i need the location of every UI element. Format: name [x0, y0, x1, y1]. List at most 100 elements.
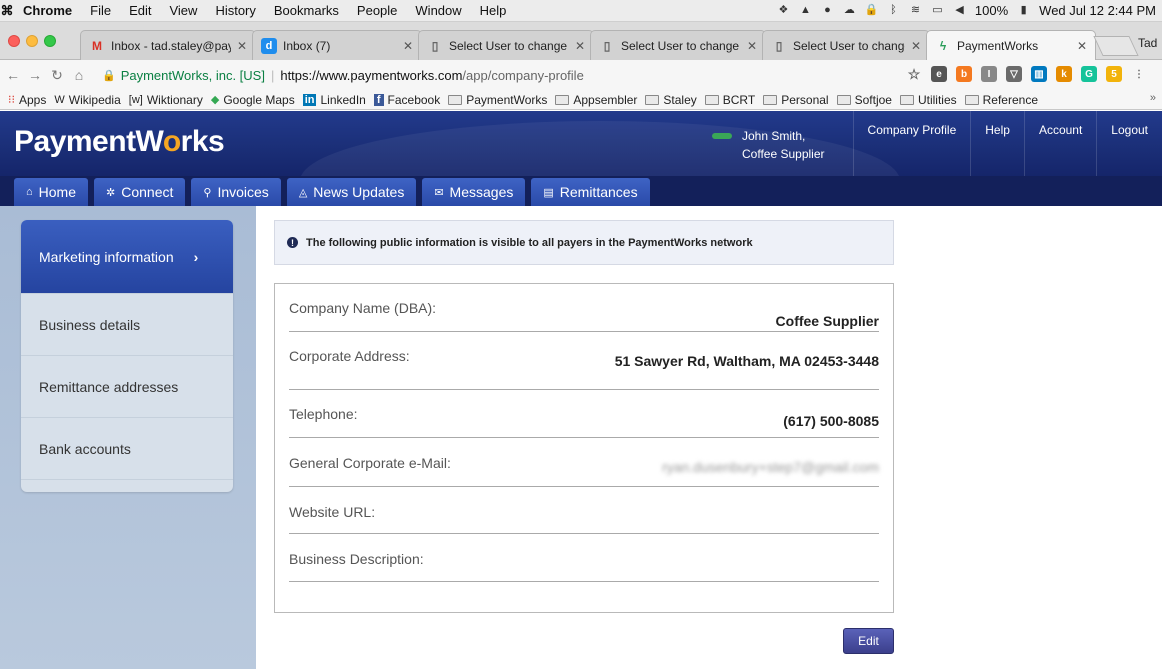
browser-tab[interactable]: ▯ Select User to change ✕ — [418, 30, 594, 60]
paymentworks-logo[interactable]: PaymentWorks — [14, 125, 225, 159]
bookmark-linkedin[interactable]: in LinkedIn — [302, 93, 366, 107]
bookmark-facebook[interactable]: f Facebook — [373, 93, 440, 107]
edit-button[interactable]: Edit — [843, 628, 894, 654]
bookmark-folder[interactable]: Reference — [964, 93, 1038, 107]
browser-tab[interactable]: M Inbox - tad.staley@pay ✕ — [80, 30, 256, 60]
battery-icon[interactable]: ▮ — [1017, 4, 1030, 17]
nav-invoices[interactable]: ⚲ Invoices — [191, 178, 281, 206]
bookmark-folder[interactable]: Personal — [763, 93, 829, 107]
new-tab-button[interactable] — [1093, 36, 1139, 56]
doc-icon: ▯ — [603, 38, 611, 53]
chevron-more-icon[interactable]: » — [1150, 92, 1156, 104]
dropbox-icon[interactable]: ❖ — [777, 4, 790, 17]
close-icon[interactable]: ✕ — [237, 39, 247, 53]
nav-news-updates[interactable]: ◬ News Updates — [286, 178, 417, 206]
sidebar-item-business-details[interactable]: Business details — [21, 294, 233, 356]
folder-icon — [645, 94, 660, 105]
bookmark-folder[interactable]: Utilities — [899, 93, 957, 107]
browser-tab[interactable]: ▯ Select User to change ✕ — [590, 30, 766, 60]
cloud-icon[interactable]: ☁ — [843, 4, 856, 17]
bookmark-apps[interactable]: ⁝⁝ Apps — [8, 93, 46, 107]
close-window-button[interactable] — [8, 35, 20, 47]
secure-lock-icon[interactable]: 🔒 — [102, 69, 116, 82]
wifi-icon[interactable]: ≋ — [909, 4, 922, 17]
close-icon[interactable]: ✕ — [1077, 39, 1087, 53]
bookmark-folder[interactable]: PaymentWorks — [448, 93, 547, 107]
bluetooth-icon[interactable]: ᛒ — [887, 4, 900, 17]
bookmark-folder[interactable]: BCRT — [704, 92, 756, 107]
minimize-window-button[interactable] — [26, 35, 38, 47]
nav-connect[interactable]: ✲ Connect — [94, 178, 186, 206]
close-icon[interactable]: ✕ — [747, 39, 757, 53]
doc-icon: ▯ — [775, 38, 783, 53]
folder-icon — [448, 94, 463, 105]
chevron-right-icon: › — [193, 248, 199, 265]
drive-icon[interactable]: ▲ — [799, 4, 812, 17]
nav-messages[interactable]: ✉ Messages — [422, 178, 526, 206]
menu-window[interactable]: Window — [406, 3, 470, 18]
extension-5-icon[interactable]: 5 — [1106, 66, 1122, 82]
bookmark-wikipedia[interactable]: W Wikipedia — [54, 93, 120, 107]
maximize-window-button[interactable] — [44, 35, 56, 47]
menu-view[interactable]: View — [160, 3, 206, 18]
menu-people[interactable]: People — [348, 3, 406, 18]
address-bar[interactable]: 🔒 PaymentWorks, inc. [US] | https://www.… — [102, 64, 902, 86]
bookmark-folder[interactable]: Softjoe — [836, 93, 892, 107]
help-link[interactable]: Help — [970, 111, 1024, 176]
star-icon[interactable]: ☆ — [906, 66, 922, 82]
reload-icon[interactable]: ↻ — [48, 67, 66, 84]
bookmark-folder[interactable]: Appsembler — [555, 93, 637, 107]
profile-button[interactable]: Tad — [1138, 36, 1157, 50]
folder-icon — [763, 94, 778, 105]
volume-icon[interactable]: ◀ — [953, 4, 966, 17]
browser-tab[interactable]: d Inbox (7) ✕ — [252, 30, 422, 60]
lock-icon[interactable]: 🔒 — [865, 4, 879, 17]
battery-percent[interactable]: 100% — [975, 3, 1008, 18]
back-icon[interactable]: ← — [4, 67, 22, 83]
menubar-clock[interactable]: Wed Jul 12 2:44 PM — [1039, 3, 1156, 18]
bookmark-google-maps[interactable]: ◆ Google Maps — [211, 93, 295, 107]
menu-app[interactable]: Chrome — [14, 3, 81, 18]
forward-icon[interactable]: → — [26, 67, 44, 83]
tab-title: Inbox (7) — [283, 38, 331, 53]
facebook-icon: f — [373, 93, 384, 106]
bookmark-folder[interactable]: Staley — [645, 93, 697, 107]
browser-tab-active[interactable]: ϟ PaymentWorks ✕ — [926, 30, 1096, 61]
grammarly-icon[interactable]: G — [1081, 66, 1097, 82]
company-profile-link[interactable]: Company Profile — [852, 111, 971, 176]
menu-file[interactable]: File — [81, 3, 120, 18]
menu-history[interactable]: History — [206, 3, 264, 18]
bookmark-label: BCRT — [722, 92, 756, 107]
menu-edit[interactable]: Edit — [120, 3, 160, 18]
nav-remittances[interactable]: ▤ Remittances — [531, 178, 650, 206]
extension-b-icon[interactable]: b — [956, 66, 972, 82]
menu-dots-icon[interactable]: ⋮ — [1131, 66, 1147, 82]
field-website-url: Website URL: — [289, 487, 879, 534]
close-icon[interactable]: ✕ — [911, 39, 921, 53]
home-button-icon[interactable]: ⌂ — [70, 67, 88, 83]
gmail-icon: M — [92, 38, 102, 53]
browser-toolbar: ← → ↻ ⌂ 🔒 PaymentWorks, inc. [US] | http… — [0, 60, 1162, 90]
apple-menu-icon[interactable]: ⌘ — [0, 3, 14, 19]
logout-link[interactable]: Logout — [1096, 111, 1162, 176]
sidebar-item-remittance-addresses[interactable]: Remittance addresses — [21, 356, 233, 418]
extension-k-icon[interactable]: k — [1056, 66, 1072, 82]
sidebar-item-marketing-information[interactable]: Marketing information › — [21, 220, 233, 294]
extension-l-icon[interactable]: I — [981, 66, 997, 82]
browser-tab[interactable]: ▯ Select User to change ✕ — [762, 30, 930, 60]
evernote-icon[interactable]: ● — [821, 4, 834, 17]
sidebar-item-bank-accounts[interactable]: Bank accounts — [21, 418, 233, 480]
evernote-extension-icon[interactable]: e — [931, 66, 947, 82]
airplay-icon[interactable]: ▭ — [931, 4, 944, 17]
pocket-icon[interactable]: ▽ — [1006, 66, 1022, 82]
menu-help[interactable]: Help — [471, 3, 516, 18]
close-icon[interactable]: ✕ — [575, 39, 585, 53]
bookmark-label: Google Maps — [223, 92, 295, 107]
bookmark-wiktionary[interactable]: [w] Wiktionary — [129, 93, 203, 107]
nav-home[interactable]: ⌂ Home — [14, 178, 89, 206]
close-icon[interactable]: ✕ — [403, 39, 413, 53]
menu-bookmarks[interactable]: Bookmarks — [265, 3, 348, 18]
trello-icon[interactable]: ▥ — [1031, 66, 1047, 82]
field-label: Telephone: — [289, 406, 358, 422]
account-link[interactable]: Account — [1023, 111, 1096, 176]
